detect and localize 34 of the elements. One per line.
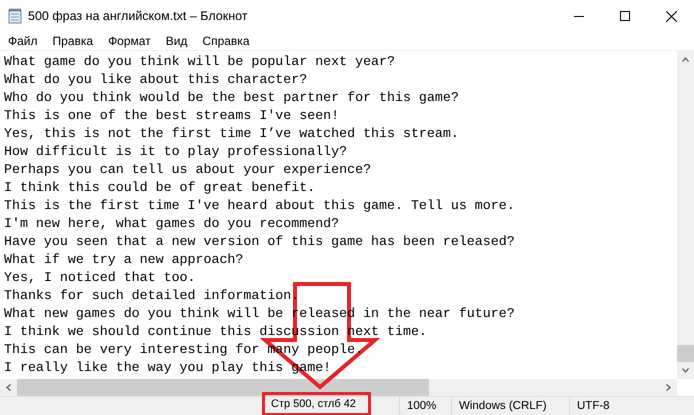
scroll-left-icon[interactable] [6,384,11,391]
text-line: What if we try a new approach? [4,251,244,269]
text-line: I think this could be of great benefit. [4,179,316,197]
status-field: Windows (CRLF) [451,397,569,415]
maximize-icon[interactable] [620,11,630,21]
scroll-thumb[interactable] [677,345,694,362]
text-line: What game do you think will be popular next year? [4,53,396,71]
text-line: Have you seen that a new version of this game has been released? [4,233,516,251]
vertical-scrollbar[interactable] [677,51,694,379]
menu-item[interactable]: Правка [46,32,100,50]
text-line: How difficult is it to play professionally? [4,143,348,161]
text-line: I'm new here, what games do you recommend? [4,215,340,233]
text-line: Perhaps you can tell us about your experience? [4,161,372,179]
horizontal-scrollbar[interactable] [0,379,677,396]
menu-item[interactable]: Вид [160,32,194,50]
text-line: What do you like about this character? [4,71,308,89]
menu-item[interactable]: Формат [102,32,157,50]
text-line: This is one of the best streams I've seen! [4,107,340,125]
notepad-icon [8,8,22,24]
status-field: Стр 500, стлб 42 [268,398,364,410]
status-field: 100% [399,397,451,415]
window-title: 500 фраз на английском.txt – Блокнот [28,9,248,23]
menu-item[interactable]: Файл [2,32,44,50]
menu-item[interactable]: Справка [196,32,256,50]
scroll-thumb[interactable] [17,379,429,396]
text-line: Yes, I noticed that too. [4,269,197,287]
status-field: UTF-8 [569,397,649,415]
text-line: Who do you think would be the best partner for this game? [4,89,460,107]
close-icon[interactable] [666,10,676,22]
scroll-down-icon[interactable] [682,368,689,373]
text-line: This is the first time I've heard about this game. Tell us more. [4,197,516,215]
scroll-up-icon[interactable] [682,57,689,62]
scroll-right-icon[interactable] [666,384,671,391]
text-line: Yes, this is not the first time I’ve watched this stream. [4,125,460,143]
